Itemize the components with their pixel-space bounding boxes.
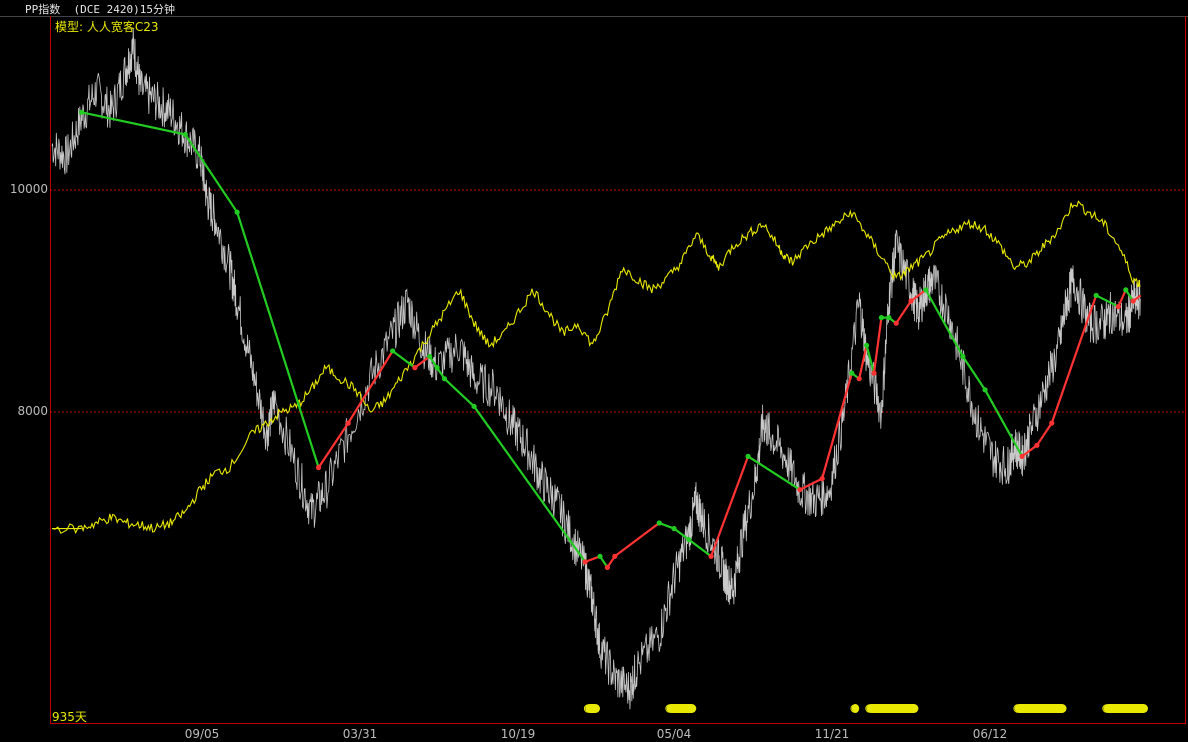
signal-point-6	[412, 365, 418, 371]
signal-band-3	[866, 704, 919, 713]
signal-leg-6	[414, 355, 431, 369]
signal-point-13	[604, 564, 611, 571]
signal-point-8	[434, 365, 440, 371]
signal-leg-30	[924, 289, 964, 358]
signal-point-20	[797, 487, 803, 493]
signal-point-31	[960, 353, 966, 360]
signal-point-10	[471, 403, 477, 410]
signal-point-22	[849, 370, 855, 376]
days-label: 935天	[52, 710, 87, 724]
signal-leg-34	[1036, 422, 1053, 446]
signal-point-26	[878, 315, 885, 321]
x-tick-label-0: 09/05	[184, 727, 220, 741]
x-tick-label-3: 05/04	[656, 727, 692, 741]
signal-point-14	[612, 553, 618, 559]
signal-point-0	[79, 109, 85, 115]
signal-point-23	[856, 376, 862, 382]
signal-point-9	[441, 376, 448, 382]
signal-leg-28	[895, 300, 912, 324]
signal-band-4	[1014, 704, 1067, 713]
signal-point-29	[908, 298, 914, 304]
model-label: 模型: 人人宽客C23	[55, 20, 159, 34]
signal-leg-35	[1050, 295, 1098, 424]
x-tick-label-5: 06/12	[972, 727, 1008, 741]
signal-point-17	[686, 537, 692, 543]
signal-leg-2	[236, 211, 320, 468]
signal-point-16	[671, 525, 677, 532]
signal-leg-23	[858, 345, 868, 379]
signal-point-12	[597, 553, 603, 559]
y-tick-label-10000: 10000	[9, 182, 48, 196]
signal-point-25	[871, 370, 877, 376]
signal-point-19	[745, 453, 751, 459]
signal-leg-9	[443, 377, 475, 408]
signal-point-5	[390, 348, 396, 354]
signal-point-32	[982, 387, 988, 393]
signal-point-38	[1123, 287, 1129, 293]
indicator-series-line	[51, 200, 1141, 535]
signal-leg-37	[1117, 289, 1127, 307]
signal-point-34	[1034, 442, 1040, 448]
signal-leg-14	[614, 522, 660, 558]
x-tick-label-4: 11/21	[814, 727, 850, 741]
signal-point-1	[182, 131, 188, 138]
price-chart[interactable]	[0, 0, 1188, 742]
signal-point-24	[863, 342, 870, 348]
signal-point-39	[1130, 298, 1136, 304]
signal-point-11	[582, 559, 588, 565]
signal-point-27	[886, 315, 892, 321]
y-tick-label-8000: 8000	[17, 404, 48, 418]
signal-leg-31	[961, 355, 986, 391]
signal-point-2	[234, 209, 240, 215]
x-tick-label-1: 03/31	[342, 727, 378, 741]
signal-point-37	[1115, 303, 1121, 310]
x-tick-label-2: 10/19	[500, 727, 536, 741]
signal-band-0	[585, 704, 600, 713]
signal-point-4	[345, 420, 351, 426]
signal-point-35	[1049, 420, 1055, 426]
signal-leg-5	[391, 350, 416, 369]
signal-point-7	[427, 353, 433, 360]
signal-point-15	[656, 520, 662, 526]
signal-point-30	[923, 287, 929, 293]
signal-point-28	[893, 320, 899, 326]
price-series-line	[51, 28, 1141, 710]
signal-leg-25	[872, 317, 883, 374]
signal-point-3	[315, 464, 322, 471]
signal-point-21	[819, 476, 825, 482]
signal-point-33	[1019, 453, 1025, 459]
signal-leg-10	[473, 405, 587, 563]
signal-point-36	[1093, 292, 1099, 299]
signal-point-18	[708, 553, 714, 559]
